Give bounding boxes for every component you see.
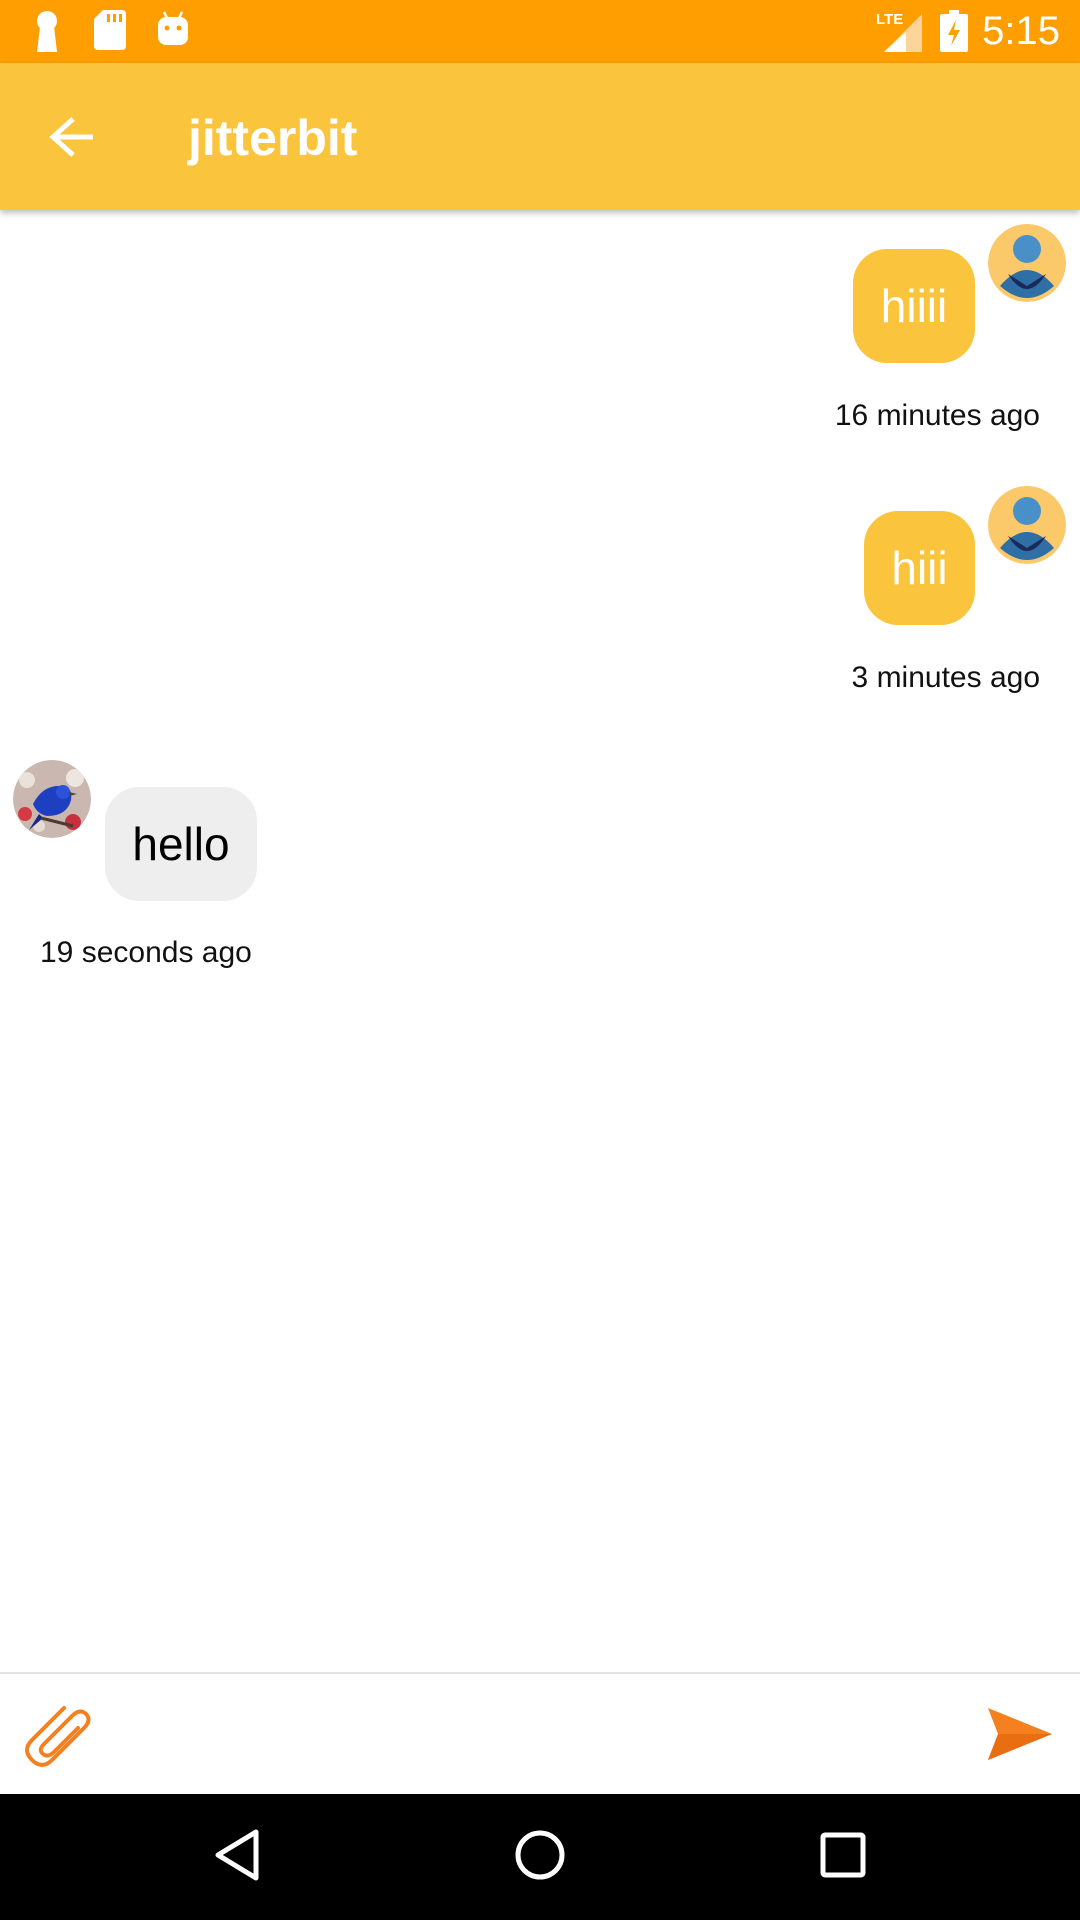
system-nav-bar [0, 1794, 1080, 1920]
android-icon [156, 10, 190, 53]
signal-icon: LTE [876, 10, 922, 57]
message-timestamp: 19 seconds ago [40, 936, 252, 969]
message-timestamp: 3 minutes ago [851, 661, 1040, 694]
recents-square-icon [818, 1830, 868, 1885]
paperclip-icon [22, 1706, 98, 1774]
svg-text:LTE: LTE [876, 11, 903, 28]
battery-charging-icon [940, 10, 968, 57]
sd-card-icon [94, 10, 126, 55]
message-list[interactable]: hiiii 16 minutes ago hiii 3 minutes ago … [0, 210, 1080, 1672]
message-input[interactable] [120, 1694, 964, 1776]
message-bubble[interactable]: hiii [864, 511, 975, 625]
keyhole-icon [32, 10, 62, 57]
arrow-left-icon [49, 115, 97, 164]
nav-recents-button[interactable] [798, 1822, 888, 1892]
app-bar: jitterbit [0, 63, 1080, 210]
page-title: jitterbit [188, 110, 358, 166]
message-timestamp: 16 minutes ago [834, 399, 1040, 432]
back-button[interactable] [28, 99, 118, 179]
default-user-avatar [988, 224, 1066, 302]
default-user-avatar [988, 486, 1066, 564]
blue-bird-avatar [13, 760, 91, 838]
status-time: 5:15 [982, 9, 1060, 53]
message-bubble[interactable]: hello [105, 787, 257, 901]
message-bubble[interactable]: hiiii [853, 249, 975, 363]
composer-bar [0, 1672, 1080, 1796]
back-triangle-icon [212, 1828, 262, 1887]
status-bar: LTE 5:15 [0, 0, 1080, 63]
nav-back-button[interactable] [192, 1822, 282, 1892]
home-circle-icon [513, 1828, 567, 1887]
attach-button[interactable] [22, 1694, 98, 1770]
send-icon [980, 1708, 1060, 1776]
nav-home-button[interactable] [495, 1822, 585, 1892]
send-button[interactable] [980, 1696, 1060, 1772]
